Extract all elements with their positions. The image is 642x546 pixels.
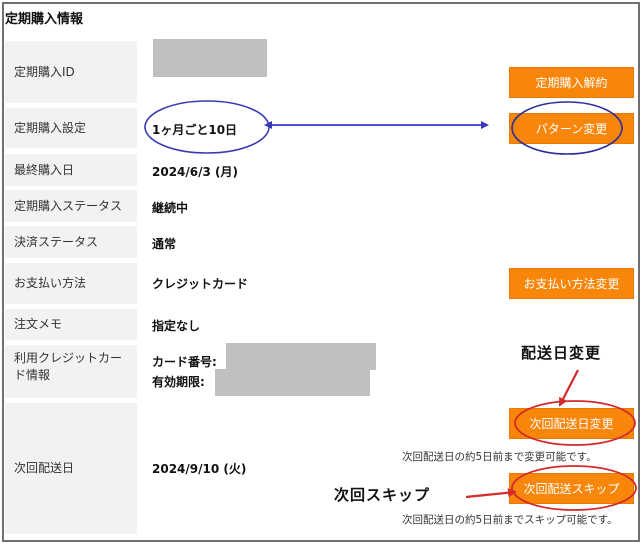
cancel-subscription-button[interactable]: 定期購入解約 bbox=[509, 67, 634, 98]
skip-delivery-note: 次回配送日の約5日前までスキップ可能です。 bbox=[402, 514, 618, 526]
change-delivery-date-note: 次回配送日の約5日前まで変更可能です。 bbox=[402, 451, 597, 463]
order-memo-value: 指定なし bbox=[152, 319, 201, 333]
last-purchase-value: 2024/6/3 (月) bbox=[152, 165, 239, 179]
card-number-label: カード番号: bbox=[152, 355, 217, 369]
label-subscription-setting: 定期購入設定 bbox=[5, 108, 137, 148]
change-delivery-date-button[interactable]: 次回配送日変更 bbox=[509, 408, 634, 439]
expiry-redacted bbox=[215, 369, 370, 396]
annotation-skip: 次回スキップ bbox=[334, 486, 431, 504]
label-subscription-id: 定期購入ID bbox=[5, 41, 137, 103]
expiry-label: 有効期限: bbox=[152, 375, 205, 389]
label-order-memo: 注文メモ bbox=[5, 309, 137, 340]
row-subscription-status: 定期購入ステータス 継続中 bbox=[5, 190, 632, 222]
next-delivery-value: 2024/9/10 (火) bbox=[152, 462, 247, 476]
label-payment-method: お支払い方法 bbox=[5, 263, 137, 304]
row-order-memo: 注文メモ 指定なし bbox=[5, 309, 632, 340]
row-last-purchase: 最終購入日 2024/6/3 (月) bbox=[5, 154, 632, 186]
label-last-purchase: 最終購入日 bbox=[5, 154, 137, 186]
payment-status-value: 通常 bbox=[152, 237, 177, 251]
subscription-setting-value: 1ヶ月ごと10日 bbox=[152, 123, 238, 137]
subscription-status-value: 継続中 bbox=[152, 201, 189, 215]
change-payment-method-button[interactable]: お支払い方法変更 bbox=[509, 268, 634, 299]
card-number-redacted bbox=[226, 343, 376, 370]
section-title: 定期購入情報 bbox=[5, 12, 84, 27]
row-payment-status: 決済ステータス 通常 bbox=[5, 226, 632, 258]
label-next-delivery: 次回配送日 bbox=[5, 403, 137, 534]
subscription-id-redacted bbox=[153, 39, 267, 77]
label-subscription-status: 定期購入ステータス bbox=[5, 190, 137, 222]
label-credit-card-info: 利用クレジットカード情報 bbox=[5, 345, 137, 398]
label-payment-status: 決済ステータス bbox=[5, 226, 137, 258]
change-pattern-button[interactable]: パターン変更 bbox=[509, 113, 634, 144]
annotation-delivery-change: 配送日変更 bbox=[521, 344, 602, 362]
skip-delivery-button[interactable]: 次回配送スキップ bbox=[509, 473, 634, 504]
payment-method-value: クレジットカード bbox=[152, 277, 249, 291]
